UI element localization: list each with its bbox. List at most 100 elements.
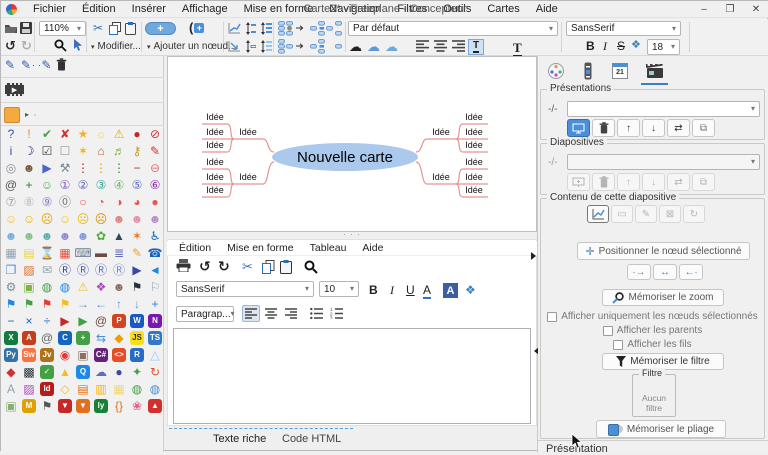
node-color-icon[interactable]: ❖	[631, 40, 641, 51]
palette-icon[interactable]: ③	[92, 177, 110, 194]
note-menu-tableau[interactable]: Tableau	[310, 242, 347, 254]
palette-icon[interactable]: ☁	[92, 364, 110, 381]
nav-last-button[interactable]: ←∙	[679, 264, 703, 280]
note-underline-button[interactable]: U	[406, 283, 415, 297]
open-map-icon[interactable]	[4, 22, 18, 34]
palette-icon[interactable]: N	[148, 314, 162, 328]
palette-icon[interactable]: ☺	[2, 211, 20, 228]
map-node-label[interactable]: Idée	[432, 127, 450, 137]
palette-icon[interactable]: ▼	[76, 399, 90, 413]
map-node-label[interactable]: Idée	[465, 172, 483, 182]
menu-edition[interactable]: Édition	[74, 3, 124, 15]
map-node-label[interactable]: Idée	[465, 140, 483, 150]
menu-mise-en-forme[interactable]: Mise en forme	[236, 3, 322, 15]
palette-icon[interactable]: ▶	[128, 262, 146, 279]
palette-icon[interactable]: ⇆	[92, 330, 110, 347]
palette-icon[interactable]: ❖	[92, 279, 110, 296]
font-size-combobox[interactable]: 18 ▾	[647, 39, 680, 55]
palette-icon[interactable]: ⚑	[20, 296, 38, 313]
palette-icon[interactable]: ▲	[110, 228, 128, 245]
palette-icon[interactable]: ≣	[110, 245, 128, 262]
palette-icon[interactable]: ☻	[2, 228, 20, 245]
palette-icon[interactable]: ⑦	[2, 194, 20, 211]
menu-inserer[interactable]: Insérer	[124, 3, 174, 15]
palette-icon[interactable]: ◇	[56, 381, 74, 398]
palette-icon[interactable]: ☻	[110, 279, 128, 296]
restore-button[interactable]: ❐	[717, 4, 743, 15]
palette-icon[interactable]: ☺	[20, 211, 38, 228]
palette-icon[interactable]: ?	[2, 126, 20, 143]
palette-icon[interactable]: ○	[74, 194, 92, 211]
palette-icon[interactable]: ⚑	[38, 296, 56, 313]
node-spacing-group-icon[interactable]	[259, 40, 272, 53]
palette-icon[interactable]: ▲	[56, 364, 74, 381]
memorize-fold-button[interactable]: Mémoriser le pliage	[596, 420, 726, 438]
font-family-combobox[interactable]: SansSerif ▾	[566, 21, 681, 36]
palette-icon[interactable]: ②	[74, 177, 92, 194]
palette-icon[interactable]: A	[22, 331, 36, 345]
checkbox[interactable]	[547, 312, 557, 322]
note-menu-mise-en-forme[interactable]: Mise en forme	[227, 242, 294, 254]
delete-presentation-button[interactable]	[592, 119, 615, 137]
palette-icon[interactable]: ☻	[20, 160, 38, 177]
palette-icon[interactable]: ly	[94, 399, 108, 413]
remove-node-button[interactable]: ⊠	[659, 205, 681, 223]
palette-icon[interactable]: ▶	[56, 313, 74, 330]
note-italic-button[interactable]: I	[390, 283, 394, 298]
copy-icon[interactable]	[109, 22, 121, 35]
palette-icon[interactable]: ▣	[74, 347, 92, 364]
new-presentation-button[interactable]	[567, 119, 590, 137]
palette-icon[interactable]: ✎	[146, 143, 164, 160]
search-icon[interactable]	[54, 39, 67, 52]
align-left-icon[interactable]	[416, 40, 429, 52]
palette-icon[interactable]: ◕	[128, 194, 146, 211]
video-icon[interactable]: ▶	[5, 83, 24, 96]
palette-icon[interactable]: {}	[110, 398, 128, 415]
note-bold-button[interactable]: B	[369, 283, 378, 297]
menu-fichier[interactable]: Fichier	[25, 3, 74, 15]
palette-icon[interactable]: Ⓡ	[110, 262, 128, 279]
cloud-icon[interactable]: ☁	[349, 40, 362, 53]
reset-slide-button[interactable]: ↻	[683, 205, 705, 223]
map-node-label[interactable]: Idée	[239, 127, 257, 137]
menu-navigation[interactable]: Navigation	[321, 3, 389, 15]
layout-outline-style-icon[interactable]	[310, 21, 342, 36]
format-as-text-toggle[interactable]: T	[468, 39, 484, 55]
copy-presentation-button[interactable]: ⧉	[692, 119, 715, 137]
note-font-color-button[interactable]: A	[423, 283, 431, 299]
add-node-dropdown[interactable]: ▾ Ajouter un nœud...	[147, 41, 236, 52]
palette-icon[interactable]: ☽	[20, 143, 38, 160]
palette-icon[interactable]: ✿	[92, 228, 110, 245]
palette-icon[interactable]: ⋮	[74, 160, 92, 177]
palette-icon[interactable]: ▲	[148, 399, 162, 413]
palette-icon[interactable]: TS	[148, 331, 162, 345]
align-right-icon[interactable]	[452, 40, 465, 52]
palette-icon[interactable]: ×	[20, 313, 38, 330]
palette-icon[interactable]: ◎	[2, 160, 20, 177]
palette-icon[interactable]: ☻	[56, 228, 74, 245]
swap-presentation-button[interactable]: ⇄	[667, 119, 690, 137]
save-map-icon[interactable]	[20, 22, 32, 34]
palette-icon[interactable]: JS	[130, 331, 144, 345]
map-node-label[interactable]: Idée	[465, 157, 483, 167]
palette-icon[interactable]: ⑥	[146, 177, 164, 194]
palette-icon[interactable]: ④	[110, 177, 128, 194]
palette-icon[interactable]: ⚑	[56, 296, 74, 313]
menu-affichage[interactable]: Affichage	[174, 3, 236, 15]
palette-icon[interactable]: ◍	[56, 279, 74, 296]
palette-icon[interactable]: ▼	[58, 399, 72, 413]
palette-icon[interactable]: ☺	[56, 211, 74, 228]
palette-icon[interactable]: ☻	[38, 228, 56, 245]
palette-icon[interactable]: −	[128, 160, 146, 177]
palette-icon[interactable]: ✉	[38, 262, 56, 279]
note-text-area[interactable]	[173, 328, 531, 424]
note-bg-color-button[interactable]: A	[443, 283, 458, 298]
palette-icon[interactable]: ⚑	[2, 296, 20, 313]
palette-icon[interactable]: ⑨	[38, 194, 56, 211]
delete-icon[interactable]	[56, 58, 67, 71]
palette-icon[interactable]: ☺	[38, 177, 56, 194]
palette-icon[interactable]: ⊘	[146, 126, 164, 143]
palette-icon[interactable]: +	[146, 296, 164, 313]
note-search-icon[interactable]	[304, 260, 318, 274]
palette-icon[interactable]: ❀	[128, 398, 146, 415]
